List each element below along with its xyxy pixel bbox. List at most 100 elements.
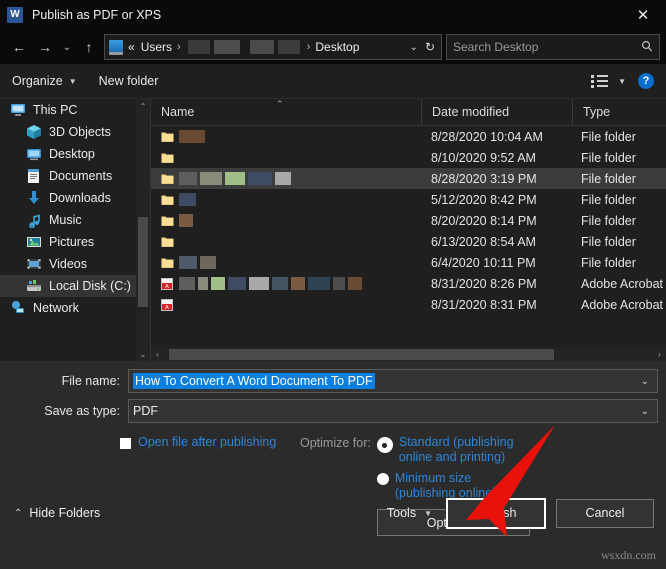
file-type-cell: Adobe Acrobat bbox=[571, 298, 666, 312]
hscroll-track[interactable] bbox=[164, 349, 653, 360]
sidebar-item-label: Downloads bbox=[49, 191, 111, 205]
filename-row: File name: How To Convert A Word Documen… bbox=[0, 369, 666, 393]
sidebar-item-this-pc[interactable]: This PC bbox=[0, 99, 150, 121]
table-row[interactable]: 8/10/2020 9:52 AMFile folder bbox=[151, 147, 666, 168]
radio-selected-icon[interactable] bbox=[377, 437, 393, 453]
redacted-filename-block bbox=[198, 277, 208, 290]
sidebar-scrollbar[interactable]: ⌃ ⌄ bbox=[136, 99, 150, 361]
sidebar-item-network[interactable]: Network bbox=[0, 297, 150, 319]
breadcrumb-redacted-3[interactable] bbox=[250, 40, 274, 54]
back-button[interactable]: ← bbox=[6, 34, 32, 60]
sidebar-item-music[interactable]: Music bbox=[0, 209, 150, 231]
breadcrumb-desktop[interactable]: Desktop bbox=[315, 40, 359, 54]
redacted-filename-block bbox=[272, 277, 288, 290]
address-bar[interactable]: « Users › › Desktop ⌄ ↻ bbox=[104, 34, 442, 60]
documents-icon bbox=[26, 168, 42, 184]
breadcrumb-redacted-4[interactable] bbox=[278, 40, 300, 54]
redacted-filename-block bbox=[211, 277, 225, 290]
redacted-filename-block bbox=[179, 256, 197, 269]
folder-icon bbox=[161, 236, 174, 248]
table-row[interactable]: 6/4/2020 10:11 PMFile folder bbox=[151, 252, 666, 273]
sidebar-scroll-thumb[interactable] bbox=[138, 217, 148, 307]
file-type-cell: File folder bbox=[571, 172, 666, 186]
savetype-select[interactable]: PDF ⌄ bbox=[128, 399, 658, 423]
chevron-down-icon[interactable]: ▼ bbox=[424, 509, 432, 518]
breadcrumb-users[interactable]: Users bbox=[141, 40, 172, 54]
file-list-hscrollbar[interactable]: ‹ › bbox=[151, 347, 666, 361]
table-row[interactable]: 6/13/2020 8:54 AMFile folder bbox=[151, 231, 666, 252]
view-list-icon[interactable] bbox=[591, 75, 608, 88]
sidebar-item-label: Local Disk (C:) bbox=[49, 279, 131, 293]
scroll-up-icon[interactable]: ⌃ bbox=[136, 99, 150, 113]
scroll-right-icon[interactable]: › bbox=[653, 350, 666, 359]
breadcrumb-overflow[interactable]: « bbox=[128, 40, 135, 54]
organize-button[interactable]: Organize ▼ bbox=[12, 74, 77, 88]
filename-value[interactable]: How To Convert A Word Document To PDF bbox=[133, 373, 375, 389]
sidebar-item-label: Network bbox=[33, 301, 79, 315]
column-header-name-label: Name bbox=[161, 105, 194, 119]
navigation-tree: This PC3D ObjectsDesktopDocuments Downloa… bbox=[0, 99, 150, 319]
table-row[interactable]: 8/28/2020 3:19 PMFile folder bbox=[151, 168, 666, 189]
redacted-filename-block bbox=[179, 172, 197, 185]
column-header-name[interactable]: Name ⌃ bbox=[151, 99, 421, 125]
sidebar-item-videos[interactable]: Videos bbox=[0, 253, 150, 275]
view-options-caret-icon[interactable]: ▼ bbox=[618, 77, 626, 86]
column-header-date[interactable]: Date modified bbox=[421, 99, 572, 125]
breadcrumb-redacted-2[interactable] bbox=[214, 40, 240, 54]
file-type-cell: File folder bbox=[571, 151, 666, 165]
file-name-cell bbox=[151, 214, 421, 227]
tools-button[interactable]: Tools bbox=[387, 506, 416, 520]
checkbox-box-icon[interactable] bbox=[120, 438, 131, 449]
folder-icon bbox=[161, 215, 174, 227]
chevron-down-icon[interactable]: ⌄ bbox=[637, 376, 653, 387]
table-row[interactable]: 8/20/2020 8:14 PMFile folder bbox=[151, 210, 666, 231]
close-icon[interactable]: ✕ bbox=[620, 0, 666, 30]
file-name-cell bbox=[151, 256, 421, 269]
forward-button[interactable]: → bbox=[32, 34, 58, 60]
radio-minimum-line1: Minimum size bbox=[395, 471, 471, 485]
sidebar-item-documents[interactable]: Documents bbox=[0, 165, 150, 187]
file-name-cell bbox=[151, 130, 421, 143]
new-folder-button[interactable]: New folder bbox=[99, 74, 159, 88]
savetype-row: Save as type: PDF ⌄ bbox=[0, 399, 666, 423]
help-icon[interactable]: ? bbox=[638, 73, 654, 89]
hide-folders-button[interactable]: ⌃ Hide Folders bbox=[14, 506, 100, 520]
chevron-down-icon[interactable]: ⌄ bbox=[410, 42, 418, 53]
scroll-left-icon[interactable]: ‹ bbox=[151, 350, 164, 359]
redacted-filename-block bbox=[200, 256, 216, 269]
sidebar-item-desktop[interactable]: Desktop bbox=[0, 143, 150, 165]
table-row[interactable]: 8/28/2020 10:04 AMFile folder bbox=[151, 126, 666, 147]
sidebar-item-3d-objects[interactable]: 3D Objects bbox=[0, 121, 150, 143]
scroll-down-icon[interactable]: ⌄ bbox=[136, 347, 150, 361]
up-button[interactable]: ↑ bbox=[76, 34, 102, 60]
file-type-cell: File folder bbox=[571, 256, 666, 270]
filename-label: File name: bbox=[0, 374, 128, 388]
date-modified-cell: 8/28/2020 3:19 PM bbox=[421, 172, 571, 186]
refresh-icon[interactable]: ↻ bbox=[425, 40, 435, 54]
publish-button[interactable]: Publish bbox=[446, 498, 546, 529]
cancel-button[interactable]: Cancel bbox=[556, 499, 654, 528]
filename-input[interactable]: How To Convert A Word Document To PDF ⌄ bbox=[128, 369, 658, 393]
recent-locations-button[interactable]: ⌄ bbox=[58, 34, 76, 60]
table-row[interactable]: 5/12/2020 8:42 PMFile folder bbox=[151, 189, 666, 210]
svg-text:A: A bbox=[165, 305, 169, 311]
breadcrumb-separator-2: › bbox=[307, 41, 311, 53]
table-row[interactable]: A8/31/2020 8:26 PMAdobe Acrobat bbox=[151, 273, 666, 294]
pictures-icon bbox=[26, 234, 42, 250]
music-icon bbox=[26, 212, 42, 228]
table-row[interactable]: A8/31/2020 8:31 PMAdobe Acrobat bbox=[151, 294, 666, 315]
radio-standard[interactable]: Standard (publishing online and printing… bbox=[377, 435, 514, 465]
svg-text:A: A bbox=[165, 284, 169, 290]
sidebar-item-local-disk-c[interactable]: Local Disk (C:) bbox=[0, 275, 150, 297]
radio-unselected-icon[interactable] bbox=[377, 473, 389, 485]
chevron-down-icon[interactable]: ⌄ bbox=[637, 406, 653, 417]
search-icon bbox=[641, 40, 653, 55]
sidebar-item-downloads[interactable]: Downloads bbox=[0, 187, 150, 209]
breadcrumb-redacted-1[interactable] bbox=[188, 40, 210, 54]
column-header-type[interactable]: Type bbox=[572, 99, 666, 125]
redacted-filename-block bbox=[275, 172, 291, 185]
search-input[interactable]: Search Desktop bbox=[446, 34, 660, 60]
hscroll-thumb[interactable] bbox=[169, 349, 554, 360]
sidebar-item-label: Music bbox=[49, 213, 82, 227]
sidebar-item-pictures[interactable]: Pictures bbox=[0, 231, 150, 253]
